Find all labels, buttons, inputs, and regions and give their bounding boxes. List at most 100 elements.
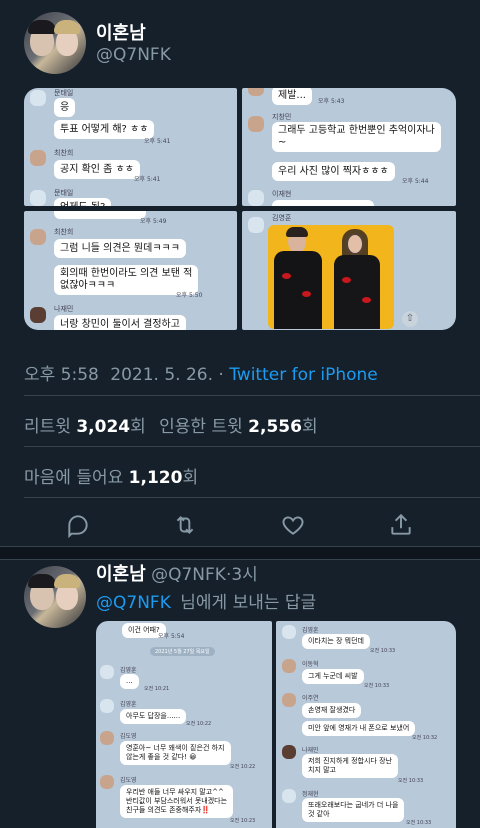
retweet-button[interactable]: [172, 512, 198, 538]
chat-avatar: [282, 625, 296, 639]
author-handle[interactable]: @Q7NFK: [96, 45, 171, 65]
likes-label: 마음에 들어요: [24, 468, 124, 488]
chat-time: 오전 10:33: [398, 778, 424, 784]
tweet-image-3[interactable]: 오후 5:49 최찬희 그럼 니들 의견은 뭔데ㅋㅋㅋ 회의때 한번이라도 의견…: [24, 211, 237, 330]
chat-bubble-line: 저희 진지하게 정합시다 장난: [308, 757, 392, 765]
chat-bubble-line: 없잖아ㅋㅋㅋ: [60, 280, 116, 291]
chat-time: 오후 5:54: [158, 633, 185, 640]
separator-dot: ·: [218, 365, 224, 385]
chat-sender-name: 김영훈: [272, 214, 292, 222]
chat-bubble: 손영재 잘생겼다: [302, 703, 362, 718]
quotes-label: 인용한 트윗: [159, 417, 243, 437]
quotes-count: 2,556: [248, 417, 302, 437]
divider: [24, 395, 480, 396]
chat-avatar: [30, 307, 46, 323]
chat-sender-name: 문태일: [54, 89, 74, 97]
reply-handle[interactable]: @Q7NFK: [151, 565, 226, 585]
chat-sender-name: 이동혁: [302, 661, 319, 668]
retweets-stat[interactable]: 리트윗 3,024회: [24, 417, 151, 437]
likes-stat[interactable]: 마음에 들어요 1,120회: [24, 463, 198, 488]
chat-sender-name: 김도영: [120, 733, 137, 740]
chat-time: 오후 5:43: [318, 98, 345, 105]
chat-bubble: 언제도 됨?: [54, 198, 112, 206]
chat-sender-name: 최찬희: [54, 149, 74, 157]
chat-sender-name: 이주연: [302, 695, 319, 702]
likes-count: 1,120: [128, 468, 183, 488]
chat-bubble-line: 반티값이 부담스러워서 못내겠다는: [126, 797, 228, 805]
chat-time: 오전 10:21: [144, 686, 170, 692]
tweet-time[interactable]: 오후 5:58: [24, 365, 99, 385]
tweet-image-2[interactable]: 제발... 오후 5:43 지창민 그래두 고등학교 한번뿐인 추억이자나 ~ …: [242, 88, 456, 206]
reply-icon: [68, 515, 88, 539]
reply-time[interactable]: 3시: [231, 565, 257, 585]
tweet-date[interactable]: 2021. 5. 26.: [110, 365, 213, 385]
reply-display-name[interactable]: 이혼남: [96, 564, 146, 585]
tweet-image-4[interactable]: 김영훈 ⇧: [242, 211, 456, 330]
share-icon: [391, 513, 411, 535]
chat-avatar: [30, 190, 46, 206]
chat-time: 오후 5:44: [402, 178, 429, 185]
chat-time: 오전 10:33: [406, 820, 432, 826]
section-divider: [0, 546, 480, 560]
chat-sender-name: 김영훈: [302, 627, 319, 634]
reply-image-2[interactable]: 김영훈 이타치는 장 뭐던데 오전 10:33 이동혁 그게 누군데 씨발 오전…: [276, 621, 456, 828]
reply-mention-link[interactable]: @Q7NFK: [96, 593, 171, 613]
tweet-source-link[interactable]: Twitter for iPhone: [229, 365, 378, 385]
chat-bubble: 투표 어떻게 해? ㅎㅎ: [54, 120, 155, 139]
divider: [24, 497, 480, 498]
tweet-timestamp[interactable]: 오후 5:58 2021. 5. 26. · Twitter for iPhon…: [24, 360, 378, 385]
chat-time: 오후 5:50: [176, 292, 203, 299]
chat-bubble: ...: [120, 674, 139, 689]
chat-time: 오전 10:33: [364, 683, 390, 689]
chat-avatar: [282, 789, 296, 803]
quotes-stat[interactable]: 인용한 트윗 2,556회: [159, 417, 317, 437]
chat-bubble-line: 회의때 한번이라도 의견 보탠 적: [60, 268, 193, 279]
author-avatar[interactable]: [24, 12, 86, 74]
chat-avatar: [30, 150, 46, 166]
chat-bubble-line: 않는게 좋을 것 같다! 😀: [126, 753, 197, 761]
share-button[interactable]: [388, 512, 414, 538]
chat-sender-name: 김영훈: [120, 667, 137, 674]
reply-button[interactable]: [65, 512, 91, 539]
like-button[interactable]: [280, 512, 306, 538]
chat-avatar: [100, 699, 114, 713]
reply-image-1[interactable]: 이건 어때? 오후 5:54 2021년 5월 27일 목요일 김영훈 ... …: [96, 621, 272, 828]
chat-photo: [268, 225, 394, 329]
chat-bubble: [54, 211, 146, 219]
chat-time: 오전 10:23: [230, 818, 256, 824]
chat-bubble: 저희 진지하게 정합시다 장난 치지 말고: [302, 754, 398, 778]
reply-header: 이혼남 @Q7NFK·3시: [96, 560, 258, 586]
chat-bubble: 우리 사진 많이 찍자ㅎㅎㅎ: [272, 162, 395, 181]
author-display-name[interactable]: 이혼남: [96, 19, 146, 45]
chat-sender-name: 최찬희: [54, 228, 74, 236]
tweet-image-1[interactable]: 문태일 응 투표 어떻게 해? ㅎㅎ 오후 5:41 최찬희 공지 확인 좀 ㅎ…: [24, 88, 237, 206]
chat-time: 오전 10:32: [412, 735, 438, 741]
chat-sender-name: 문태일: [54, 189, 74, 197]
chat-avatar: [282, 745, 296, 759]
chat-bubble-line: ~: [278, 137, 287, 148]
replying-to-text: 님에게 보내는 답글: [180, 593, 317, 613]
replying-to: @Q7NFK 님에게 보내는 답글: [96, 588, 316, 613]
chat-bubble: 제발...: [272, 88, 312, 105]
chat-avatar: [282, 659, 296, 673]
chat-bubble-line: 치지 말고: [308, 766, 336, 774]
chat-bubble: 그게 누군데 씨발: [302, 669, 364, 684]
chat-bubble: 너랑 창민이 둘이서 결정하고: [54, 315, 186, 330]
chat-avatar: [248, 116, 264, 132]
chat-avatar: [282, 693, 296, 707]
chat-bubble: 이타치는 장 뭐던데: [302, 634, 370, 649]
chat-sender-name: 나재민: [54, 305, 74, 313]
chat-time: 오전 10:22: [186, 721, 212, 727]
chat-avatar: [100, 665, 114, 679]
chat-sender-name: 이재현: [272, 190, 292, 198]
divider: [24, 446, 480, 447]
chat-avatar: [100, 775, 114, 789]
date-chip: 2021년 5월 27일 목요일: [150, 647, 215, 656]
chat-time: 오후 5:41: [144, 138, 171, 145]
reply-author-avatar[interactable]: [24, 566, 86, 628]
chat-time: 오후 5:41: [134, 176, 161, 183]
tweet-stats-row: 리트윗 3,024회 인용한 트윗 2,556회: [24, 412, 318, 437]
chat-avatar: [248, 88, 264, 96]
chat-bubble: 영훈아~ 너무 왜색이 짙은건 하지 않는게 좋을 것 같다! 😀: [120, 741, 231, 765]
share-image-icon[interactable]: ⇧: [402, 311, 418, 327]
